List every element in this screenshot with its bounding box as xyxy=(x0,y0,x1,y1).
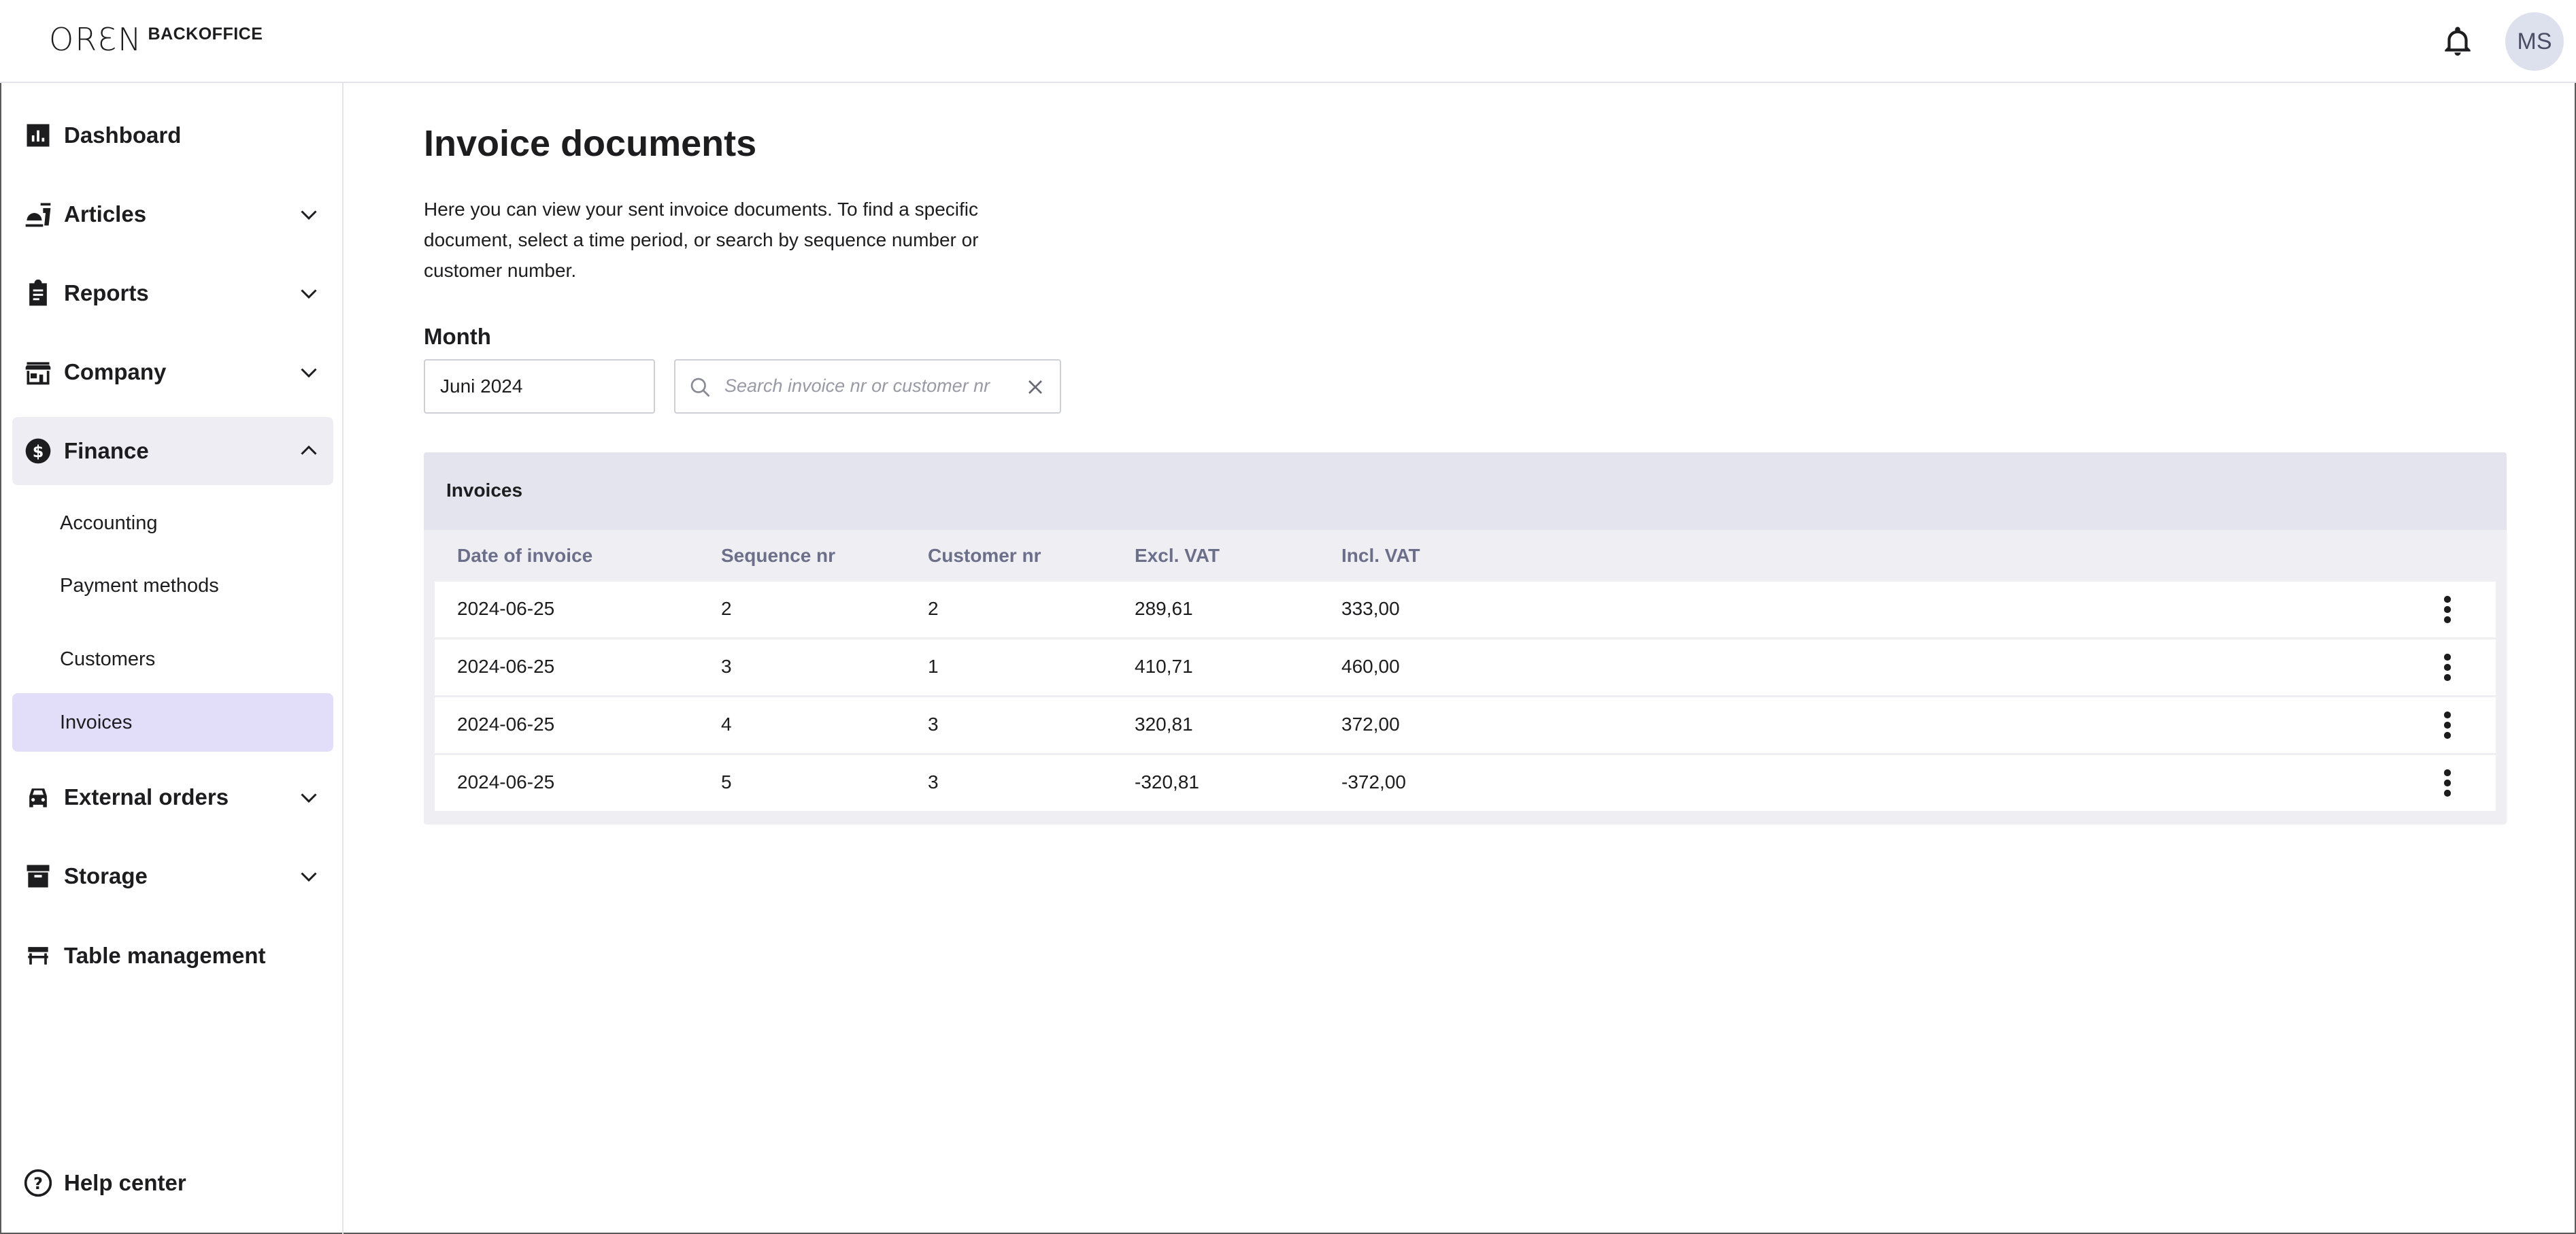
cell-customer: 2 xyxy=(928,598,939,619)
more-vertical-icon[interactable] xyxy=(2443,711,2452,739)
sidebar-item-finance[interactable]: $ Finance xyxy=(12,417,333,485)
sidebar-subitem-customers[interactable]: Customers xyxy=(12,630,333,688)
sidebar-help-center[interactable]: ? Help center xyxy=(12,1149,333,1217)
chevron-up-icon xyxy=(301,445,317,455)
chevron-down-icon xyxy=(301,872,317,882)
page-description: Here you can view your sent invoice docu… xyxy=(424,199,979,281)
store-icon xyxy=(25,362,51,385)
cell-date: 2024-06-25 xyxy=(457,598,555,619)
column-header[interactable]: Incl. VAT xyxy=(1341,545,1420,567)
help-circle-icon: ? xyxy=(24,1169,52,1197)
avatar-initials: MS xyxy=(2517,28,2552,54)
sidebar-item-reports[interactable]: Reports xyxy=(12,259,333,327)
more-vertical-icon[interactable] xyxy=(2443,653,2452,682)
food-icon xyxy=(25,203,51,227)
cell-incl-vat: 372,00 xyxy=(1341,714,1400,735)
sidebar-subitem-label: Accounting xyxy=(60,512,158,534)
table-row[interactable]: 2024-06-25 2 2 289,61 333,00 xyxy=(435,582,2496,637)
column-header[interactable]: Excl. VAT xyxy=(1135,545,1220,567)
chevron-down-icon xyxy=(301,368,317,378)
sidebar-item-storage[interactable]: Storage xyxy=(12,842,333,910)
sidebar: Dashboard Articles Reports Company $ Fin… xyxy=(0,83,344,1234)
cell-excl-vat: -320,81 xyxy=(1135,771,1199,793)
help-center-label: Help center xyxy=(64,1170,186,1195)
sidebar-subitem-label: Payment methods xyxy=(60,574,219,597)
car-icon xyxy=(29,788,47,807)
cell-date: 2024-06-25 xyxy=(457,656,555,677)
top-bar: ORƐN BACKOFFICE MS xyxy=(0,0,2576,83)
column-header[interactable]: Date of invoice xyxy=(457,545,592,567)
cell-excl-vat: 410,71 xyxy=(1135,656,1193,677)
chevron-down-icon xyxy=(301,210,317,220)
svg-text:$: $ xyxy=(33,442,44,461)
chevron-down-icon xyxy=(301,289,317,299)
sidebar-item-company[interactable]: Company xyxy=(12,338,333,406)
sidebar-item-label: Finance xyxy=(64,438,149,463)
sidebar-subitem-label: Customers xyxy=(60,648,156,670)
svg-text:?: ? xyxy=(33,1174,43,1193)
sidebar-item-label: External orders xyxy=(64,784,229,810)
search-input[interactable]: Search invoice nr or customer nr xyxy=(674,359,1061,414)
sidebar-subitem-payment-methods[interactable]: Payment methods xyxy=(12,556,333,615)
logo[interactable]: ORƐN BACKOFFICE xyxy=(49,20,263,59)
cell-incl-vat: -372,00 xyxy=(1341,771,1406,793)
more-vertical-icon[interactable] xyxy=(2443,595,2452,624)
archive-icon xyxy=(27,865,50,888)
cell-date: 2024-06-25 xyxy=(457,714,555,735)
table-row[interactable]: 2024-06-25 4 3 320,81 372,00 xyxy=(435,697,2496,753)
cell-sequence: 3 xyxy=(721,656,732,677)
cell-customer: 3 xyxy=(928,771,939,793)
month-value: Juni 2024 xyxy=(440,376,523,397)
sidebar-item-table-management[interactable]: Table management xyxy=(12,922,333,990)
cell-excl-vat: 320,81 xyxy=(1135,714,1193,735)
cell-incl-vat: 333,00 xyxy=(1341,598,1400,619)
column-header[interactable]: Customer nr xyxy=(928,545,1041,567)
sidebar-item-label: Storage xyxy=(64,863,148,888)
sidebar-item-label: Reports xyxy=(64,280,149,305)
chevron-down-icon xyxy=(301,793,317,803)
column-header[interactable]: Sequence nr xyxy=(721,545,835,567)
bell-icon[interactable] xyxy=(2441,23,2475,60)
cell-date: 2024-06-25 xyxy=(457,771,555,793)
more-vertical-icon[interactable] xyxy=(2443,769,2452,797)
cell-sequence: 5 xyxy=(721,771,732,793)
month-picker[interactable]: Juni 2024 xyxy=(424,359,655,414)
logo-mark: ORƐN xyxy=(49,21,143,58)
sidebar-item-label: Table management xyxy=(64,943,266,968)
cell-excl-vat: 289,61 xyxy=(1135,598,1193,619)
invoices-table: Invoices Date of invoice Sequence nr Cus… xyxy=(424,452,2507,824)
page-title: Invoice documents xyxy=(424,123,757,164)
sidebar-item-label: Dashboard xyxy=(64,122,182,148)
dollar-circle-icon: $ xyxy=(25,438,51,464)
table-icon xyxy=(28,947,48,965)
month-label: Month xyxy=(424,324,491,349)
sidebar-item-label: Articles xyxy=(64,201,147,227)
search-icon xyxy=(690,378,710,397)
cell-customer: 1 xyxy=(928,656,939,677)
cell-sequence: 4 xyxy=(721,714,732,735)
cell-customer: 3 xyxy=(928,714,939,735)
sidebar-subitem-invoices[interactable]: Invoices xyxy=(12,693,333,752)
sidebar-item-external-orders[interactable]: External orders xyxy=(12,763,333,831)
sidebar-item-dashboard[interactable]: Dashboard xyxy=(12,101,333,169)
sidebar-subitem-accounting[interactable]: Accounting xyxy=(12,494,333,552)
search-placeholder: Search invoice nr or customer nr xyxy=(724,376,990,396)
sidebar-item-articles[interactable]: Articles xyxy=(12,180,333,248)
table-title: Invoices xyxy=(446,480,523,501)
sidebar-item-label: Company xyxy=(64,359,167,384)
table-row[interactable]: 2024-06-25 5 3 -320,81 -372,00 xyxy=(435,755,2496,811)
clipboard-icon xyxy=(29,279,47,306)
avatar[interactable]: MS xyxy=(2505,12,2564,71)
bar-chart-icon xyxy=(27,124,50,147)
cell-incl-vat: 460,00 xyxy=(1341,656,1400,677)
cell-sequence: 2 xyxy=(721,598,732,619)
sidebar-subitem-label: Invoices xyxy=(60,711,133,733)
close-icon[interactable] xyxy=(1023,375,1048,399)
logo-text: BACKOFFICE xyxy=(148,24,263,44)
table-header-band xyxy=(424,452,2507,530)
table-row[interactable]: 2024-06-25 3 1 410,71 460,00 xyxy=(435,639,2496,695)
